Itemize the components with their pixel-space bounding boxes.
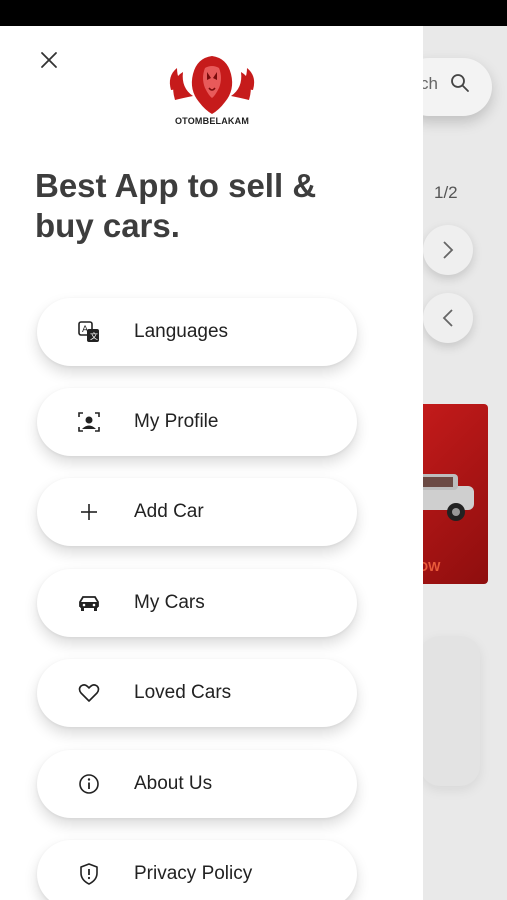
plus-icon (81, 504, 97, 520)
menu-item-loved-cars[interactable]: Loved Cars (37, 659, 357, 727)
menu-item-label: My Cars (134, 592, 205, 613)
menu-item-add-car[interactable]: Add Car (37, 478, 357, 546)
menu-item-label: About Us (134, 773, 213, 794)
menu-item-about-us[interactable]: About Us (37, 750, 357, 818)
profile-icon (78, 412, 100, 432)
navigation-drawer: OTOMBELAKAM Best App to sell & buy cars.… (0, 26, 423, 900)
background-card (420, 636, 480, 786)
menu-item-label: Languages (134, 321, 229, 342)
background-next-button[interactable] (423, 225, 473, 275)
heart-icon (78, 684, 100, 702)
shield-icon (80, 863, 98, 885)
svg-text:文: 文 (90, 331, 98, 341)
menu-item-label: Loved Cars (134, 682, 232, 703)
info-icon (79, 774, 99, 794)
menu-item-label: My Profile (134, 411, 219, 432)
close-icon[interactable] (35, 46, 63, 74)
search-icon (451, 74, 469, 92)
drawer-tagline: Best App to sell & buy cars. (35, 167, 317, 244)
menu-item-label: Privacy Policy (134, 863, 253, 884)
car-icon (79, 596, 99, 611)
menu-item-languages[interactable]: A 文 Languages (37, 298, 357, 366)
background-prev-button[interactable] (423, 293, 473, 343)
logo-text: OTOMBELAKAM (174, 116, 250, 126)
menu-item-my-profile[interactable]: My Profile (37, 388, 357, 456)
translate-icon: A 文 (78, 321, 99, 342)
menu-item-privacy-policy[interactable]: Privacy Policy (37, 840, 357, 900)
menu-item-my-cars[interactable]: My Cars (37, 569, 357, 637)
menu-item-label: Add Car (134, 501, 204, 522)
chevron-left-icon (442, 309, 453, 327)
chevron-right-icon (443, 241, 454, 259)
status-bar (0, 0, 507, 26)
background-pager: 1/2 (434, 183, 458, 202)
